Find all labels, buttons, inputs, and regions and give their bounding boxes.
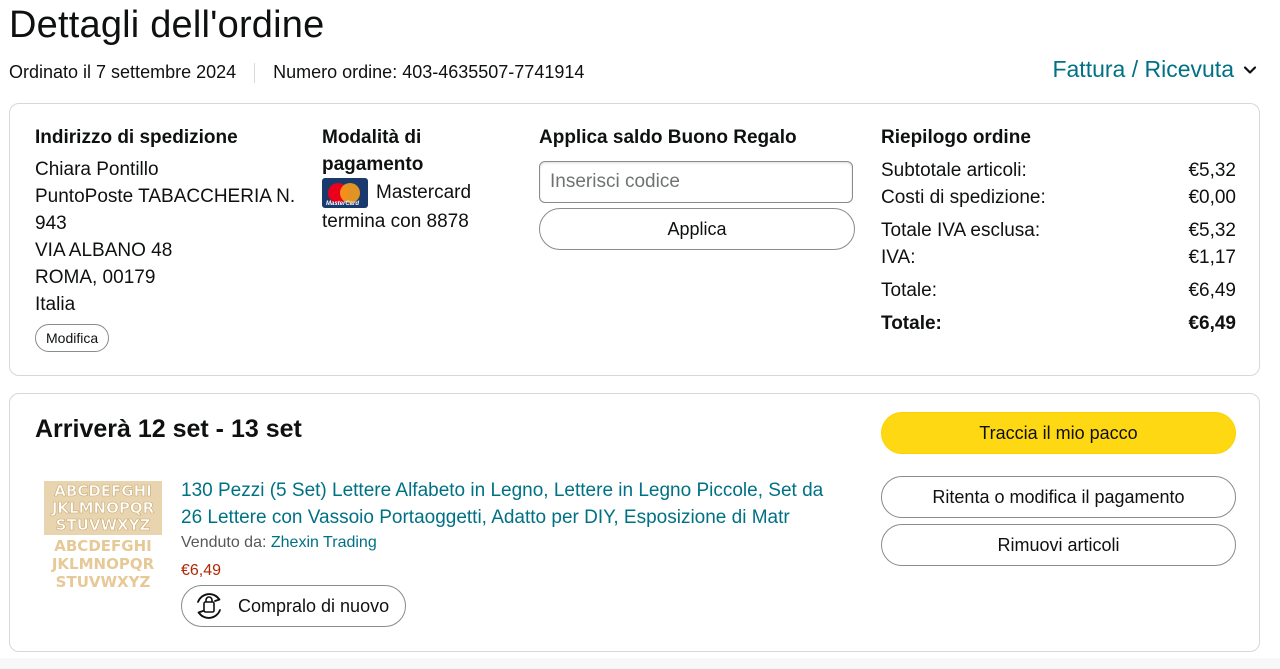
shipping-heading: Indirizzo di spedizione: [35, 127, 238, 148]
summary-label: Totale:: [881, 280, 937, 301]
address-line: VIA ALBANO 48: [35, 240, 173, 261]
summary-row-grand-total: Totale: €6,49: [881, 310, 1236, 337]
order-total-section: Riepilogo ordine Subtotale articoli: €5,…: [881, 124, 1236, 337]
invoice-link-label: Fattura / Ricevuta: [1052, 56, 1234, 82]
address-line: Chiara Pontillo: [35, 159, 159, 180]
summary-label: Subtotale articoli:: [881, 160, 1027, 181]
shipping-address-section: Indirizzo di spedizione Chiara Pontillo …: [35, 124, 305, 352]
order-meta: Ordinato il 7 settembre 2024 Numero ordi…: [9, 62, 584, 83]
mastercard-logo-icon: MasterCard: [322, 178, 368, 208]
summary-row-total-excl-vat: Totale IVA esclusa: €5,32: [881, 217, 1236, 244]
summary-value: €6,49: [1188, 313, 1236, 334]
apply-gift-button[interactable]: Applica: [539, 208, 855, 250]
card-name: Mastercard: [376, 182, 472, 203]
address-line: ROMA, 00179: [35, 267, 156, 288]
summary-value: €0,00: [1188, 187, 1236, 208]
thumb-text: STUVWXYZ: [56, 573, 151, 591]
thumb-text: ABCDEFGHI: [54, 482, 151, 500]
payment-card-line: MasterCard Mastercard: [322, 178, 522, 208]
seller-link[interactable]: Zhexin Trading: [271, 534, 377, 551]
divider: [254, 62, 256, 83]
buy-again-button[interactable]: Compralo di nuovo: [181, 585, 406, 627]
mastercard-logo-text: MasterCard: [326, 201, 360, 207]
summary-label: IVA:: [881, 247, 916, 268]
summary-value: €5,32: [1188, 220, 1236, 241]
summary-heading: Riepilogo ordine: [881, 127, 1031, 148]
shipping-address: Chiara Pontillo PuntoPoste TABACCHERIA N…: [35, 156, 305, 318]
order-summary-card: Indirizzo di spedizione Chiara Pontillo …: [9, 103, 1260, 376]
gift-heading: Applica saldo Buono Regalo: [539, 127, 797, 148]
order-number: Numero ordine: 403-4635507-7741914: [273, 62, 585, 82]
summary-value: €5,32: [1188, 160, 1236, 181]
gift-card-section: Applica saldo Buono Regalo Applica: [539, 124, 855, 250]
summary-row-shipping: Costi di spedizione: €0,00: [881, 184, 1236, 211]
product-thumbnail[interactable]: ABCDEFGHI JKLMNOPQR STUVWXYZ ABCDEFGHI J…: [44, 481, 162, 596]
buy-again-label: Compralo di nuovo: [238, 595, 390, 616]
summary-value: €6,49: [1188, 280, 1236, 301]
summary-row-total: Totale: €6,49: [881, 277, 1236, 304]
page-title: Dettagli dell'ordine: [9, 4, 325, 46]
buy-again-icon: [197, 593, 221, 619]
edit-address-button[interactable]: Modifica: [35, 324, 110, 352]
page-footer-strip: [0, 658, 1280, 669]
shipment-card: Arriverà 12 set - 13 set ABCDEFGHI JKLMN…: [9, 393, 1260, 652]
invoice-dropdown[interactable]: Fattura / Ricevuta: [1052, 56, 1258, 83]
address-line: Italia: [35, 294, 76, 315]
thumb-text: ABCDEFGHI: [54, 537, 151, 555]
retry-payment-button[interactable]: Ritenta o modifica il pagamento: [881, 476, 1236, 518]
card-ending: termina con 8878: [322, 211, 469, 232]
product-title-link[interactable]: 130 Pezzi (5 Set) Lettere Alfabeto in Le…: [181, 477, 841, 531]
order-date: Ordinato il 7 settembre 2024: [9, 62, 237, 82]
payment-section: Modalità di pagamento MasterCard Masterc…: [322, 124, 522, 235]
chevron-down-icon: [1243, 65, 1257, 74]
thumb-text: JKLMNOPQR: [51, 499, 155, 517]
summary-row-subtotal: Subtotale articoli: €5,32: [881, 157, 1236, 184]
arrival-date: Arriverà 12 set - 13 set: [35, 415, 302, 443]
seller-info: Venduto da: Zhexin Trading: [181, 534, 377, 552]
thumb-text: STUVWXYZ: [56, 516, 151, 534]
summary-row-vat: IVA: €1,17: [881, 244, 1236, 271]
gift-code-input[interactable]: [539, 161, 853, 203]
payment-heading: Modalità di pagamento: [322, 127, 424, 175]
remove-items-button[interactable]: Rimuovi articoli: [881, 524, 1236, 566]
seller-prefix: Venduto da:: [181, 534, 267, 551]
summary-label: Totale IVA esclusa:: [881, 220, 1041, 241]
track-package-button[interactable]: Traccia il mio pacco: [881, 412, 1236, 454]
thumb-text: JKLMNOPQR: [51, 555, 155, 573]
summary-label: Totale:: [881, 313, 942, 334]
address-line: PuntoPoste TABACCHERIA N. 943: [35, 186, 296, 234]
product-price: €6,49: [181, 562, 222, 579]
summary-label: Costi di spedizione:: [881, 187, 1046, 208]
summary-value: €1,17: [1188, 247, 1236, 268]
